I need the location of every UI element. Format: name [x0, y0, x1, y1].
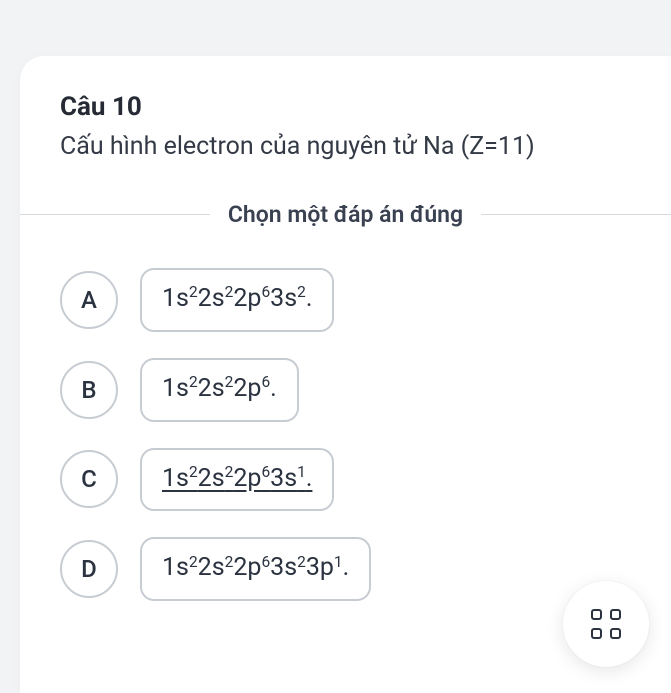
choose-divider: Chọn một đáp án đúng	[20, 201, 671, 228]
option-row-d[interactable]: D 1s22s22p63s23p1.	[60, 537, 631, 601]
question-number: Câu 10	[60, 92, 631, 122]
option-text-a: 1s22s22p63s2.	[162, 282, 312, 316]
grid-view-button[interactable]	[563, 581, 649, 667]
option-text-d: 1s22s22p63s23p1.	[162, 551, 349, 585]
divider-line-right	[481, 214, 671, 215]
option-row-a[interactable]: A 1s22s22p63s2.	[60, 268, 631, 332]
option-letter-c[interactable]: C	[60, 450, 118, 508]
option-row-c[interactable]: C 1s22s22p63s1.	[60, 448, 631, 512]
question-text: Cấu hình electron của nguyên tử Na (Z=11…	[60, 132, 631, 161]
option-box-c[interactable]: 1s22s22p63s1.	[140, 448, 334, 512]
option-box-b[interactable]: 1s22s22p6.	[140, 358, 299, 422]
divider-line-left	[20, 214, 210, 215]
grid-icon	[591, 609, 621, 639]
option-row-b[interactable]: B 1s22s22p6.	[60, 358, 631, 422]
question-card: Câu 10 Cấu hình electron của nguyên tử N…	[20, 56, 671, 693]
option-text-b: 1s22s22p6.	[162, 372, 277, 406]
option-letter-d[interactable]: D	[60, 540, 118, 598]
option-text-c: 1s22s22p63s1.	[162, 462, 312, 496]
option-box-a[interactable]: 1s22s22p63s2.	[140, 268, 334, 332]
options-list: A 1s22s22p63s2. B 1s22s22p6. C 1s22s22p63s1. D…	[60, 268, 631, 601]
option-letter-a[interactable]: A	[60, 271, 118, 329]
option-letter-b[interactable]: B	[60, 361, 118, 419]
choose-label: Chọn một đáp án đúng	[210, 201, 481, 228]
option-box-d[interactable]: 1s22s22p63s23p1.	[140, 537, 371, 601]
